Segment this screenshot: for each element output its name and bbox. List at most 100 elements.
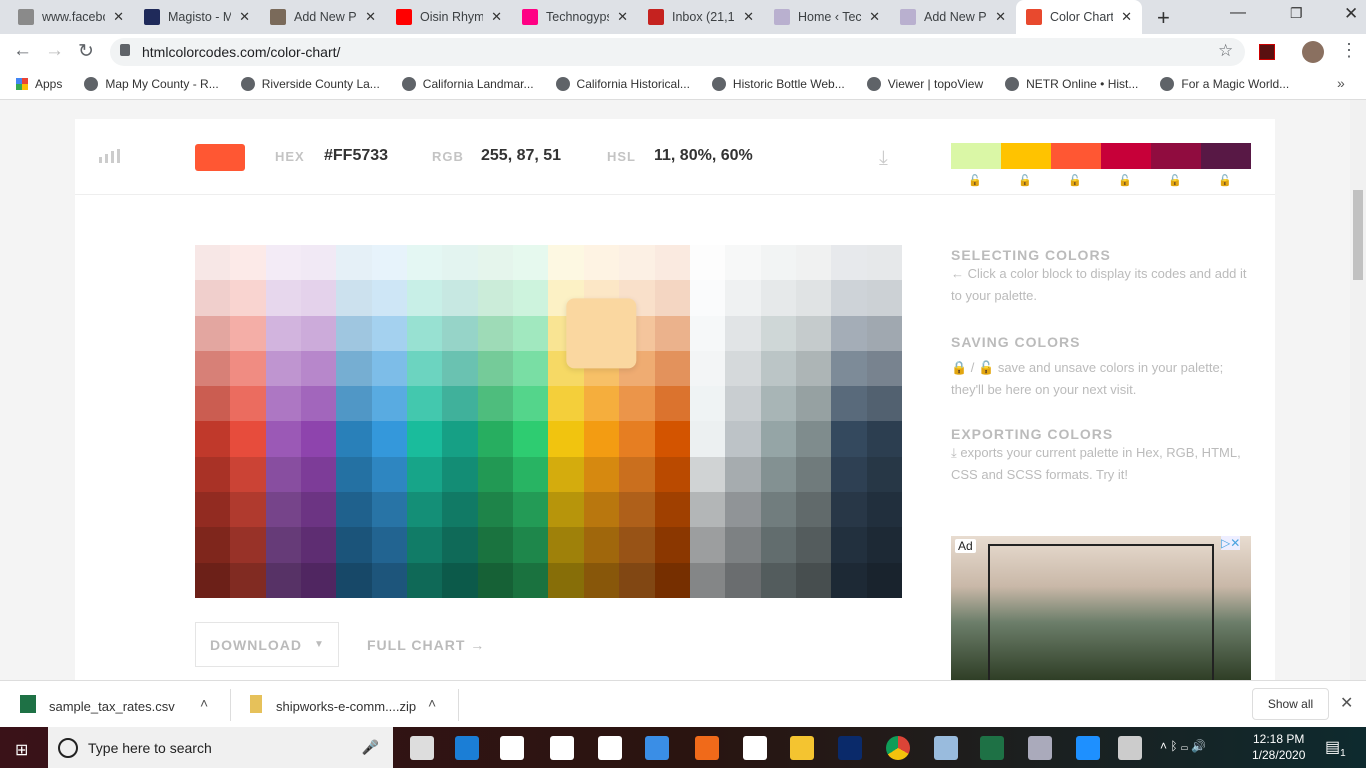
color-cell[interactable]	[831, 456, 867, 493]
color-cell[interactable]	[795, 245, 832, 281]
color-cell[interactable]	[513, 456, 549, 493]
file-explorer-icon[interactable]	[790, 736, 814, 760]
color-cell[interactable]	[195, 315, 231, 351]
color-cell[interactable]	[195, 245, 231, 281]
color-cell[interactable]	[654, 562, 690, 598]
color-cell[interactable]	[689, 350, 726, 387]
back-button[interactable]: ←	[13, 40, 32, 62]
color-cell[interactable]	[654, 315, 690, 351]
color-cell[interactable]	[371, 527, 408, 563]
palette-swatch[interactable]: 🔓	[1101, 143, 1151, 187]
color-cell[interactable]	[301, 492, 337, 528]
firefox-icon[interactable]	[695, 736, 719, 760]
color-cell[interactable]	[831, 527, 867, 563]
color-cell[interactable]	[442, 386, 478, 422]
color-cell[interactable]	[866, 562, 902, 598]
color-cell[interactable]	[442, 527, 478, 563]
color-cell[interactable]	[583, 421, 620, 457]
amazon-icon[interactable]	[550, 736, 574, 760]
color-cell[interactable]	[654, 280, 690, 316]
color-cell[interactable]	[760, 245, 796, 281]
color-cell[interactable]	[725, 421, 761, 457]
bookmark-item[interactable]: For a Magic World...	[1160, 76, 1289, 91]
color-cell[interactable]	[442, 350, 478, 387]
browser-tab[interactable]: Oisin Rhym ✕	[386, 0, 512, 34]
unlock-icon[interactable]: 🔓	[1118, 174, 1132, 187]
palette-swatch[interactable]: 🔓	[1151, 143, 1201, 187]
color-cell[interactable]	[230, 421, 266, 457]
color-cell[interactable]	[760, 280, 796, 316]
color-cell[interactable]	[230, 245, 266, 281]
system-tray[interactable]: ˄ ᛒ ▭ 🔊	[1160, 739, 1206, 753]
reload-button[interactable]: ↻	[78, 40, 94, 63]
color-cell[interactable]	[795, 315, 832, 351]
full-chart-link[interactable]: FULL CHART →	[367, 637, 485, 653]
color-cell[interactable]	[795, 350, 832, 387]
color-cell[interactable]	[831, 386, 867, 422]
color-cell[interactable]	[689, 562, 726, 598]
color-cell[interactable]	[583, 386, 620, 422]
color-cell[interactable]	[195, 350, 231, 387]
color-cell[interactable]	[866, 421, 902, 457]
color-cell[interactable]	[548, 527, 584, 563]
color-cell[interactable]	[725, 456, 761, 493]
color-cell[interactable]	[301, 527, 337, 563]
color-cell[interactable]	[619, 527, 655, 563]
color-cell[interactable]	[336, 386, 372, 422]
color-cell[interactable]	[265, 245, 302, 281]
color-cell[interactable]	[866, 245, 902, 281]
color-cell[interactable]	[548, 245, 584, 281]
color-cell[interactable]	[442, 492, 478, 528]
color-cell[interactable]	[831, 421, 867, 457]
color-cell[interactable]	[442, 421, 478, 457]
search-box[interactable]: Type here to search 🎤	[48, 727, 393, 768]
color-cell[interactable]	[795, 456, 832, 493]
close-tab-icon[interactable]: ✕	[239, 9, 250, 25]
color-cell[interactable]	[760, 456, 796, 493]
color-cell[interactable]	[230, 456, 266, 493]
palette-swatch[interactable]: 🔓	[951, 143, 1001, 187]
color-cell[interactable]	[619, 421, 655, 457]
color-cell[interactable]	[795, 492, 832, 528]
color-cell[interactable]	[548, 421, 584, 457]
color-cell[interactable]	[301, 245, 337, 281]
chevron-up-icon[interactable]: ˄	[200, 695, 208, 711]
color-cell[interactable]	[265, 386, 302, 422]
color-cell[interactable]	[265, 280, 302, 316]
excel-icon[interactable]	[980, 736, 1004, 760]
color-cell[interactable]	[477, 280, 514, 316]
color-cell[interactable]	[866, 527, 902, 563]
color-cell[interactable]	[513, 280, 549, 316]
color-cell[interactable]	[725, 562, 761, 598]
color-cell[interactable]	[831, 280, 867, 316]
color-cell[interactable]	[336, 562, 372, 598]
close-window-button[interactable]: ✕	[1344, 4, 1358, 24]
color-cell[interactable]	[583, 492, 620, 528]
color-cell[interactable]	[442, 562, 478, 598]
color-cell[interactable]	[583, 562, 620, 598]
color-cell[interactable]	[336, 456, 372, 493]
color-cell[interactable]	[407, 350, 443, 387]
color-cell[interactable]	[195, 456, 231, 493]
color-cell[interactable]	[230, 350, 266, 387]
color-cell[interactable]	[477, 315, 514, 351]
color-cell[interactable]	[195, 421, 231, 457]
color-cell[interactable]	[513, 527, 549, 563]
mail-icon[interactable]	[743, 736, 767, 760]
color-cell[interactable]	[689, 527, 726, 563]
forward-button[interactable]: →	[45, 40, 64, 62]
help-icon[interactable]	[1076, 736, 1100, 760]
color-cell[interactable]	[583, 527, 620, 563]
color-cell[interactable]	[513, 562, 549, 598]
color-cell[interactable]	[336, 350, 372, 387]
color-cell[interactable]	[513, 492, 549, 528]
download-item[interactable]: sample_tax_rates.csv	[49, 699, 175, 714]
color-cell[interactable]	[513, 386, 549, 422]
color-cell[interactable]	[301, 350, 337, 387]
color-cell[interactable]	[301, 456, 337, 493]
color-cell[interactable]	[866, 492, 902, 528]
color-cell[interactable]	[654, 492, 690, 528]
color-cell[interactable]	[795, 562, 832, 598]
browser-tab[interactable]: Inbox (21,13 ✕	[638, 0, 764, 34]
color-cell[interactable]	[795, 527, 832, 563]
